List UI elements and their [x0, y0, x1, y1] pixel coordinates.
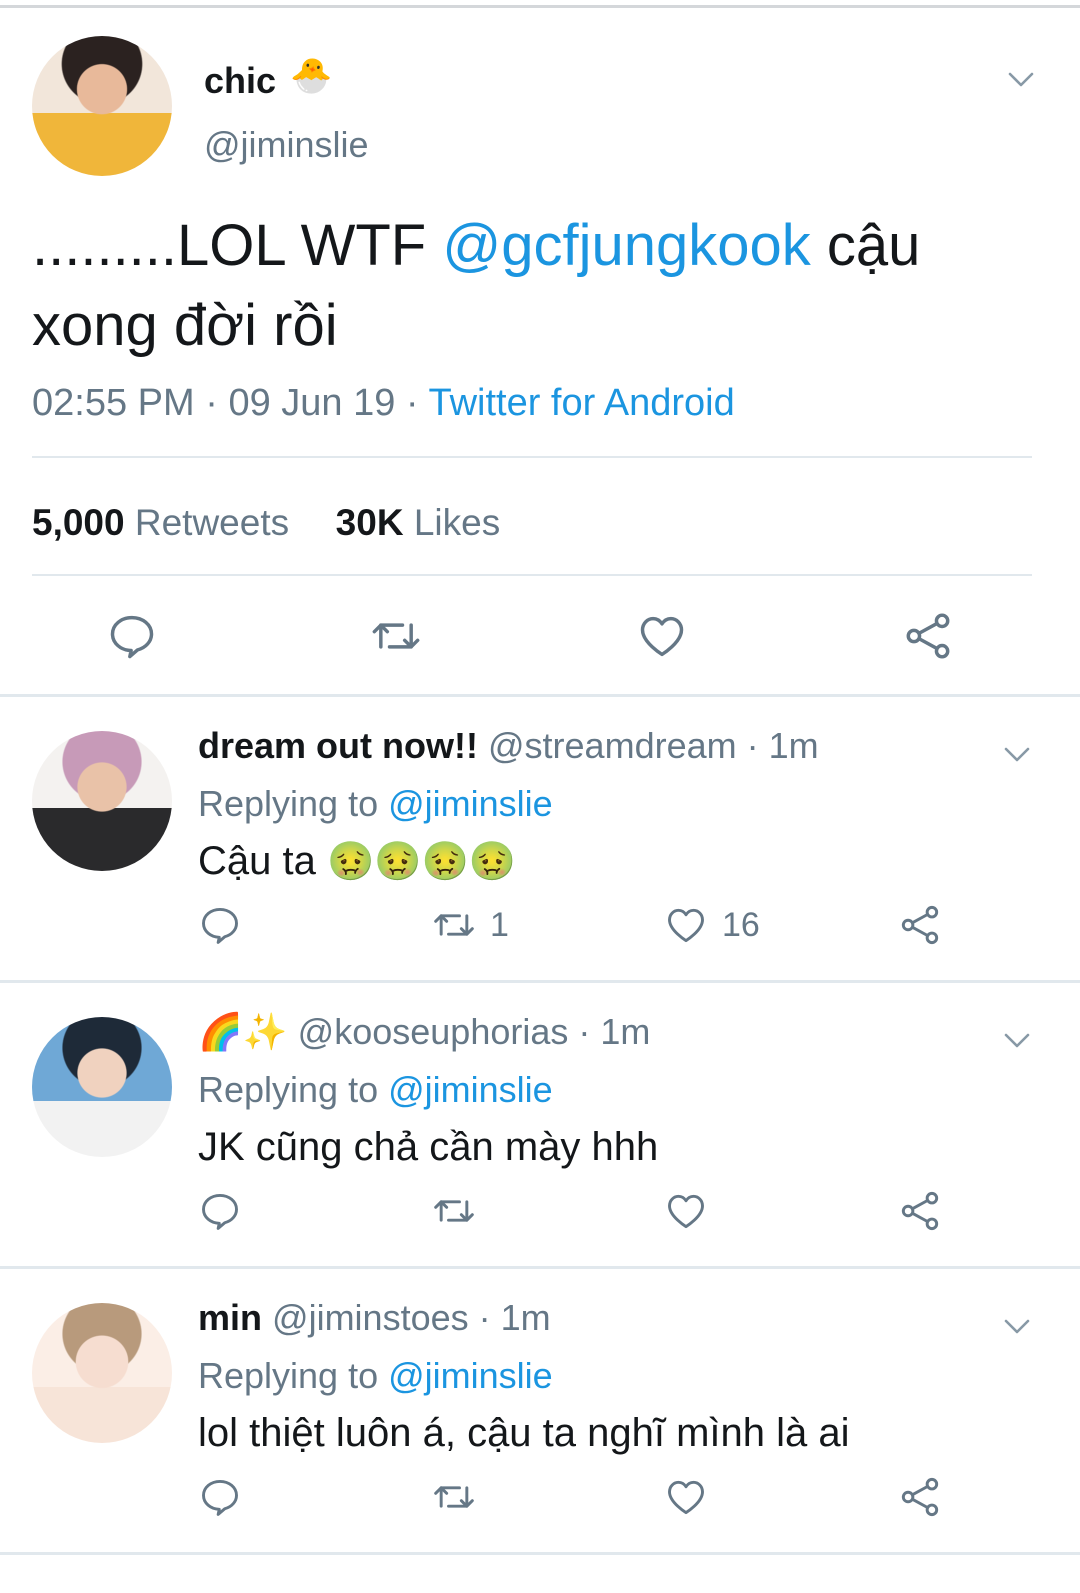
share-button[interactable] — [898, 903, 942, 949]
like-button[interactable]: 16 — [664, 903, 760, 949]
meta-separator: · — [478, 1297, 491, 1338]
reply-text: lol thiệt luôn á, cậu ta nghĩ mình là ai — [198, 1411, 850, 1455]
reply-time: 1m — [500, 1297, 551, 1338]
avatar[interactable] — [32, 36, 172, 176]
reply-icon — [202, 1193, 238, 1230]
display-name-emoji[interactable]: 🌈✨ — [198, 1011, 288, 1052]
heart-icon[interactable] — [636, 610, 688, 662]
reply-text: JK cũng chả cần mày hhh — [198, 1125, 659, 1169]
meta-separator: · — [205, 382, 229, 424]
reply-tweet[interactable]: dream out now!! @streamdream · 1m Replyi… — [0, 697, 1080, 981]
tweet-text: .........LOL WTF @gcfjungkook cậu xong đ… — [32, 206, 1042, 366]
tweet-time: 02:55 PM — [32, 382, 195, 424]
tweet-text-before: .........LOL WTF — [32, 213, 443, 278]
share-icon — [901, 905, 939, 945]
meta-separator: · — [578, 1011, 591, 1052]
reply-tweet[interactable]: 🌈✨ @kooseuphorias · 1m Replying to @jimi… — [0, 983, 1080, 1267]
retweet-button[interactable] — [432, 1189, 476, 1235]
reply-time: 1m — [768, 725, 819, 766]
top-border — [0, 0, 1080, 8]
replying-label: Replying to — [198, 783, 379, 824]
retweet-icon[interactable] — [370, 610, 422, 662]
replying-label: Replying to — [198, 1355, 379, 1396]
reply-actions — [0, 1475, 1080, 1525]
replying-label: Replying to — [198, 1069, 379, 1110]
reply-button[interactable] — [198, 1189, 242, 1235]
handle[interactable]: @jiminslie — [204, 124, 369, 166]
reply-icon — [202, 1479, 238, 1516]
replying-to: Replying to @jiminslie — [198, 1355, 553, 1397]
retweet-button[interactable] — [432, 1475, 476, 1521]
retweets-stat[interactable]: 5,000 Retweets — [32, 502, 289, 543]
tweet-actions — [0, 610, 1080, 670]
reply-header: dream out now!! @streamdream · 1m — [198, 725, 819, 767]
retweets-count: 5,000 — [32, 502, 125, 543]
display-name[interactable]: dream out now!! — [198, 725, 478, 766]
like-count: 16 — [722, 905, 760, 944]
mention-link[interactable]: @jiminslie — [388, 1069, 553, 1110]
chevron-down-icon[interactable] — [1004, 741, 1030, 767]
reply-actions — [0, 1189, 1080, 1239]
handle[interactable]: @streamdream — [488, 725, 737, 766]
like-button[interactable] — [664, 1189, 708, 1235]
reply-button[interactable] — [198, 903, 242, 949]
meta-separator: · — [405, 382, 429, 424]
retweet-icon — [434, 1486, 474, 1508]
likes-stat[interactable]: 30K Likes — [336, 502, 501, 543]
share-icon — [901, 1191, 939, 1231]
display-name[interactable]: min — [198, 1297, 262, 1338]
share-icon — [901, 1477, 939, 1517]
avatar[interactable] — [32, 731, 172, 871]
handle[interactable]: @jiminstoes — [272, 1297, 469, 1338]
reply-icon[interactable] — [106, 610, 158, 662]
reply-icon — [202, 907, 238, 944]
display-name[interactable]: chic — [204, 60, 276, 102]
reply-header: 🌈✨ @kooseuphorias · 1m — [198, 1011, 650, 1053]
retweet-icon — [434, 1200, 474, 1222]
retweet-count: 1 — [490, 905, 509, 944]
retweet-button[interactable]: 1 — [432, 903, 509, 949]
heart-icon — [668, 1480, 704, 1515]
mention-link[interactable]: @jiminslie — [388, 783, 553, 824]
reply-text-content: Cậu ta — [198, 839, 316, 883]
likes-label: Likes — [413, 502, 501, 543]
tweet-date: 09 Jun 19 — [228, 382, 396, 424]
avatar[interactable] — [32, 1303, 172, 1443]
retweets-label: Retweets — [134, 502, 290, 543]
reply-time: 1m — [600, 1011, 651, 1052]
divider — [32, 456, 1032, 458]
divider — [0, 1552, 1080, 1555]
replying-to: Replying to @jiminslie — [198, 783, 553, 825]
divider — [32, 574, 1032, 576]
share-button[interactable] — [898, 1475, 942, 1521]
hatching-chick-icon: 🐣 — [290, 57, 333, 95]
handle[interactable]: @kooseuphorias — [298, 1011, 569, 1052]
reply-text: Cậu ta 🤢🤢🤢🤢 — [198, 839, 516, 884]
mention-link[interactable]: @jiminslie — [388, 1355, 553, 1396]
heart-icon — [668, 1194, 704, 1229]
share-icon[interactable] — [902, 610, 954, 662]
main-tweet: chic 🐣 @jiminslie .........LOL WTF @gcfj… — [0, 8, 1080, 708]
heart-icon — [668, 908, 704, 943]
like-button[interactable] — [664, 1475, 708, 1521]
replying-to: Replying to @jiminslie — [198, 1069, 553, 1111]
reply-actions: 1 16 — [0, 903, 1080, 953]
tweet-meta: 02:55 PM · 09 Jun 19 · Twitter for Andro… — [32, 382, 735, 425]
nauseated-face-icon: 🤢🤢🤢🤢 — [326, 841, 517, 883]
tweet-stats: 5,000 Retweets 30K Likes — [32, 502, 500, 544]
chevron-down-icon[interactable] — [1008, 66, 1034, 92]
reply-tweet[interactable]: min @jiminstoes · 1m Replying to @jimins… — [0, 1269, 1080, 1553]
chevron-down-icon[interactable] — [1004, 1313, 1030, 1339]
share-button[interactable] — [898, 1189, 942, 1235]
reply-button[interactable] — [198, 1475, 242, 1521]
chevron-down-icon[interactable] — [1004, 1027, 1030, 1053]
reply-header: min @jiminstoes · 1m — [198, 1297, 551, 1339]
likes-count: 30K — [335, 502, 404, 543]
tweet-source-link[interactable]: Twitter for Android — [428, 382, 734, 424]
retweet-icon — [434, 914, 474, 936]
mention-link[interactable]: @gcfjungkook — [442, 213, 810, 278]
meta-separator: · — [746, 725, 759, 766]
avatar[interactable] — [32, 1017, 172, 1157]
